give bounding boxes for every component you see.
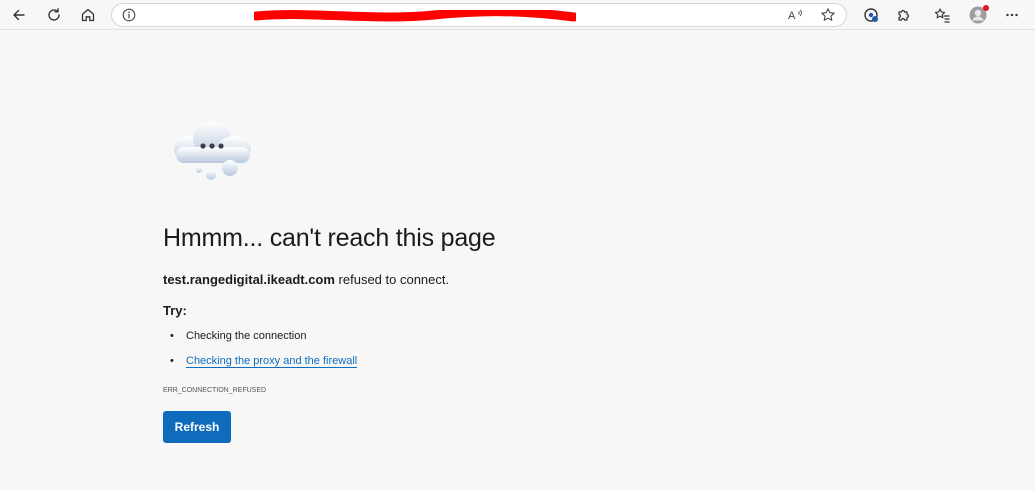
page-title: Hmmm... can't reach this page [163,224,496,252]
suggestion-item: • Checking the connection [170,330,307,342]
read-aloud-icon[interactable]: A [788,7,804,23]
tracking-prevention-icon [864,8,878,22]
error-message-suffix: refused to connect. [334,272,450,287]
suggestion-text: Checking the connection [186,330,307,342]
address-bar[interactable]: A [111,3,847,27]
try-label: Try: [163,303,187,318]
cloud-thinking-icon [174,121,251,180]
extensions-puzzle-icon [898,9,910,21]
refresh-button[interactable] [42,3,66,27]
tracking-prevention-button[interactable] [859,3,883,27]
notification-dot [983,5,989,11]
error-code: ERR_CONNECTION_REFUSED [163,387,267,394]
extensions-button[interactable] [892,3,916,27]
proxy-firewall-link[interactable]: Checking the proxy and the firewall [186,355,358,368]
error-page: Hmmm... can't reach this page test.range… [0,31,1035,490]
error-message: test.rangedigital.ikeadt.com refused to … [163,272,449,287]
host-name: test.rangedigital.ikeadt.com [163,272,335,287]
back-arrow-icon [13,9,25,21]
home-icon [81,8,95,22]
refresh-icon [48,8,60,21]
favorites-icon [934,8,950,23]
back-button[interactable] [7,3,31,27]
svg-text:A: A [788,10,796,22]
more-icon [1006,13,1018,17]
suggestion-item: • Checking the proxy and the firewall [170,355,358,368]
redaction-scribble [254,10,576,22]
favorites-button[interactable] [930,3,954,27]
profile-button[interactable] [966,3,990,27]
info-icon[interactable] [122,8,136,22]
home-button[interactable] [76,3,100,27]
more-button[interactable] [1000,3,1024,27]
browser-toolbar: A [0,0,1035,30]
star-icon[interactable] [820,7,836,23]
refresh-page-button[interactable]: Refresh [163,411,231,443]
